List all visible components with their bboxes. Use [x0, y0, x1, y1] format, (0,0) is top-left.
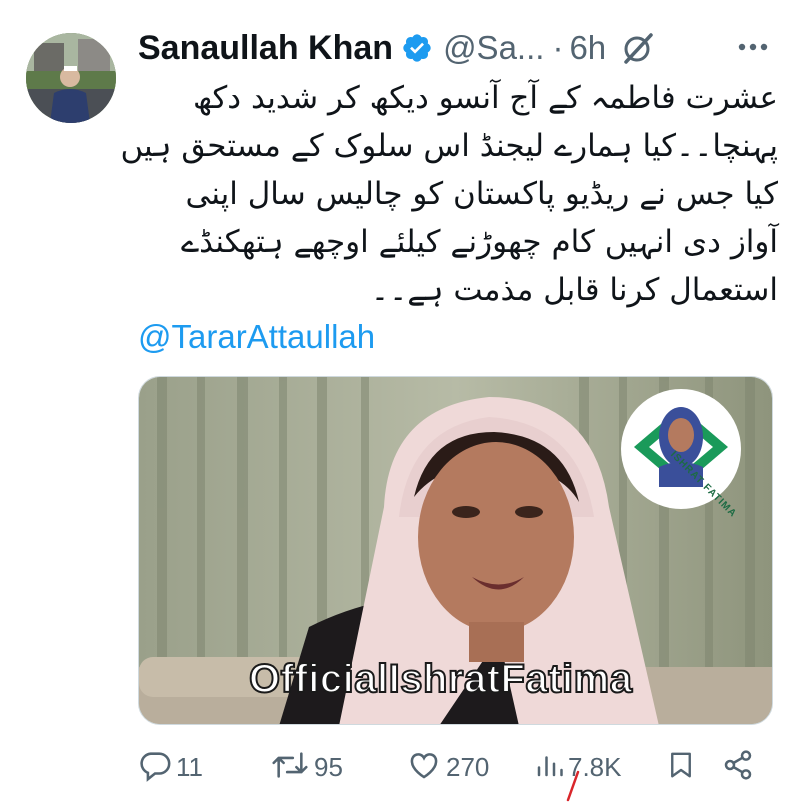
- tweet-actions-bar: 11 95 270 7.8K: [138, 745, 773, 789]
- like-count: 270: [446, 751, 490, 782]
- author-display-name[interactable]: Sanaullah Khan: [138, 29, 393, 68]
- like-button[interactable]: 270: [406, 745, 489, 789]
- tweet-timestamp[interactable]: 6h: [569, 29, 606, 67]
- verified-badge-icon: [401, 32, 433, 64]
- like-icon: [406, 748, 442, 786]
- more-options-icon[interactable]: [735, 32, 771, 62]
- repost-icon: [270, 748, 310, 786]
- tweet-header: Sanaullah Khan @Sa... · 6h: [138, 26, 768, 70]
- tweet-text-line: پہنچا۔۔کیا ہمارے لیجنڈ اس سلوک کے مستحق …: [120, 128, 778, 164]
- grok-icon[interactable]: [620, 30, 656, 66]
- reply-button[interactable]: 11: [138, 745, 203, 789]
- author-handle[interactable]: @Sa...: [443, 29, 544, 67]
- tweet-text-line: استعمال کرنا قابل مذمت ہے۔۔: [370, 272, 778, 308]
- red-annotation-mark: [566, 770, 580, 802]
- author-avatar[interactable]: [26, 33, 116, 123]
- reply-count: 11: [176, 751, 203, 782]
- repost-button[interactable]: 95: [270, 745, 343, 789]
- tweet-text: عشرت فاطمہ کے آج آنسو دیکھ کر شدید دکھ پ…: [120, 74, 778, 314]
- bookmark-icon: [666, 748, 696, 786]
- repost-count: 95: [314, 751, 343, 782]
- reply-icon: [138, 748, 172, 786]
- share-button[interactable]: [722, 745, 754, 789]
- bookmark-button[interactable]: [666, 745, 696, 789]
- media-watermark: OfficialIshratFatima: [248, 656, 633, 702]
- tweet-text-line: آواز دی انہیں کام چھوڑنے کیلئے اوچھے ہتھ…: [180, 224, 778, 260]
- dot-separator: ·: [552, 29, 564, 66]
- tweet-text-line: عشرت فاطمہ کے آج آنسو دیکھ کر شدید دکھ: [192, 80, 778, 116]
- views-icon: [534, 748, 564, 786]
- share-icon: [722, 748, 754, 786]
- tweet-text-line: کیا جس نے ریڈیو پاکستان کو چالیس سال اپن…: [185, 176, 778, 212]
- mention-link[interactable]: @TararAttaullah: [138, 318, 375, 356]
- tweet-media-image[interactable]: ISHRAT FATIMA OfficialIshratFatima: [138, 376, 773, 725]
